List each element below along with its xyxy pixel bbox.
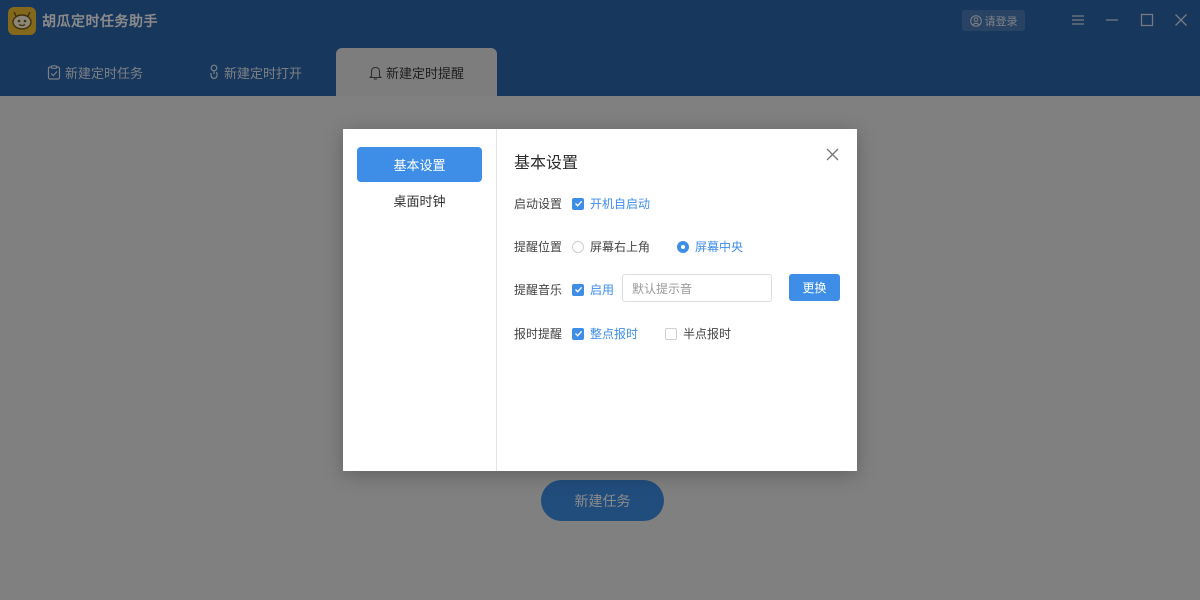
position-label: 提醒位置 <box>514 240 563 254</box>
position-top-right-label: 屏幕右上角 <box>590 240 651 254</box>
change-sound-button[interactable]: 更换 <box>789 274 840 301</box>
startup-label: 启动设置 <box>514 197 563 211</box>
position-center-label: 屏幕中央 <box>695 240 744 254</box>
half-hour-chime-checkbox[interactable]: 半点报时 <box>665 325 731 342</box>
hourly-chime-checkbox[interactable]: 整点报时 <box>572 325 638 342</box>
position-top-right-radio[interactable]: 屏幕右上角 <box>572 238 650 255</box>
checkbox-checked-icon <box>572 283 584 296</box>
sound-file-input[interactable]: 默认提示音 <box>622 274 772 302</box>
autostart-label: 开机自启动 <box>590 197 651 211</box>
checkbox-unchecked-icon <box>665 327 677 340</box>
autostart-checkbox[interactable]: 开机自启动 <box>572 195 650 212</box>
dialog-title: 基本设置 <box>514 153 579 172</box>
settings-dialog: 基本设置 桌面时钟 基本设置 启动设置 开机自启动 提醒位置 屏幕右上角 屏幕中… <box>343 129 857 471</box>
radio-unchecked-icon <box>572 240 584 253</box>
checkbox-checked-icon <box>572 197 584 210</box>
dialog-close-button[interactable] <box>822 144 842 164</box>
sidebar-item-desktop-clock[interactable]: 桌面时钟 <box>357 183 482 218</box>
half-hour-chime-label: 半点报时 <box>683 327 732 341</box>
music-enable-label: 启用 <box>590 283 615 297</box>
checkbox-checked-icon <box>572 327 584 340</box>
settings-panel: 基本设置 启动设置 开机自启动 提醒位置 屏幕右上角 屏幕中央 提醒音乐 启用 … <box>497 129 857 471</box>
music-enable-checkbox[interactable]: 启用 <box>572 281 614 298</box>
radio-checked-icon <box>677 240 689 253</box>
hourly-chime-label: 整点报时 <box>590 327 639 341</box>
position-center-radio[interactable]: 屏幕中央 <box>677 238 743 255</box>
close-icon <box>826 148 838 160</box>
settings-sidebar: 基本设置 桌面时钟 <box>343 129 497 471</box>
sidebar-item-basic-settings[interactable]: 基本设置 <box>357 147 482 182</box>
music-label: 提醒音乐 <box>514 283 563 297</box>
chime-label: 报时提醒 <box>514 327 563 341</box>
